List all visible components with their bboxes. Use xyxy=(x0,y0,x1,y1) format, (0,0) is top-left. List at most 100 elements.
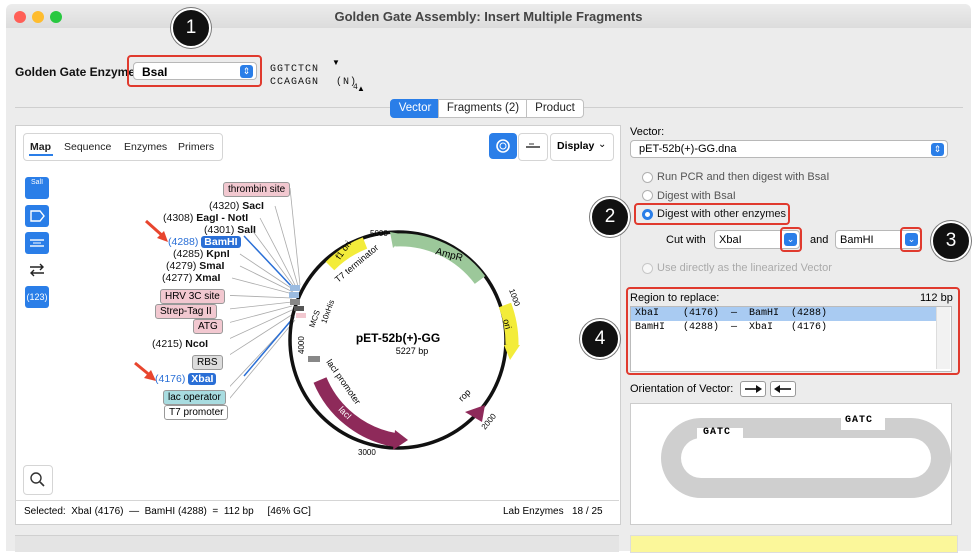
rop-text: rop xyxy=(456,387,472,403)
callout-3: 3 xyxy=(931,221,971,261)
linear-vector-shape xyxy=(661,416,951,498)
radio-run-pcr[interactable] xyxy=(642,172,653,183)
callout-1: 1 xyxy=(171,8,211,48)
radio-digest-bsai[interactable] xyxy=(642,190,653,201)
chevron-down-icon: ⌄ xyxy=(598,139,607,150)
bamhi-connector xyxy=(243,235,295,290)
radio-digest-other-label: Digest with other enzymes xyxy=(657,208,786,220)
enzyme-select-value: BsaI xyxy=(142,65,168,79)
lac-operator-label[interactable]: lac operator xyxy=(163,390,226,405)
tab-map[interactable]: Map xyxy=(30,141,51,153)
zoom-button[interactable] xyxy=(23,465,53,495)
lab-enzymes-label: Lab Enzymes xyxy=(503,506,564,517)
and-label: and xyxy=(810,234,829,246)
radio-run-pcr-label: Run PCR and then digest with BsaI xyxy=(657,171,830,183)
status-divider xyxy=(15,500,619,501)
region-row[interactable]: BamHI (4288) — XbaI (4176) xyxy=(631,321,936,335)
chevron-updown-icon: ⇕ xyxy=(931,143,944,156)
enzyme-name: NcoI xyxy=(185,338,209,350)
tick-4000: 4000 xyxy=(297,336,306,354)
enzyme-pos: (4285) xyxy=(173,248,204,260)
chevron-updown-icon: ⇕ xyxy=(240,65,253,78)
selection-status: Selected: XbaI (4176) — BamHI (4288) = 1… xyxy=(24,506,311,517)
red-arrow-bamhi-icon xyxy=(144,219,168,242)
enzyme2-value: BamHI xyxy=(840,234,874,246)
region-label: Region to replace: xyxy=(630,292,720,304)
ampr-text: AmpR xyxy=(434,246,464,264)
t7-promoter-label[interactable]: T7 promoter xyxy=(164,405,229,420)
map-tab-underline xyxy=(29,154,53,156)
numbering-button[interactable]: (123) xyxy=(25,286,49,308)
enzyme-name: KpnI xyxy=(206,248,230,260)
tab-product[interactable]: Product xyxy=(526,99,584,118)
vector-file-select[interactable]: pET-52b(+)-GG.dna ⇕ xyxy=(630,140,948,158)
tick-5000: 5000 xyxy=(370,229,388,238)
display-menu-label: Display xyxy=(557,140,595,152)
strep-tag-label[interactable]: Strep-Tag II xyxy=(155,304,217,319)
enzyme-ncoI[interactable]: (4215) NcoI xyxy=(152,338,208,350)
region-row-selected[interactable]: XbaI (4176) — BamHI (4288) xyxy=(631,307,936,321)
cut-marker-top-icon: ▼ xyxy=(332,58,340,67)
primer-button[interactable] xyxy=(25,232,49,254)
sali-button-label: SalI xyxy=(30,179,44,186)
enzyme-connector-lines xyxy=(230,187,301,399)
tab-sequence[interactable]: Sequence xyxy=(64,141,111,153)
bottom-strip xyxy=(15,535,619,552)
enzyme-smaI[interactable]: (4279) SmaI xyxy=(166,260,224,272)
cut-with-label: Cut with xyxy=(666,234,706,246)
circular-view-button[interactable] xyxy=(489,133,517,159)
arrow-left-icon xyxy=(774,385,791,393)
plasmid-map[interactable]: f1 ori T7 terminator AmpR ori rop lacI l… xyxy=(230,180,560,500)
tab-vector[interactable]: Vector xyxy=(390,99,440,118)
orientation-reverse-button[interactable] xyxy=(770,381,796,397)
numbering-badge: (123) xyxy=(26,292,48,302)
rbs-label[interactable]: RBS xyxy=(192,355,223,370)
left-overhang: GATC xyxy=(703,427,732,438)
magnifier-icon xyxy=(30,472,45,487)
swap-arrows-icon xyxy=(30,263,44,277)
site-bottom-strand: CCAGAGN xyxy=(270,77,320,88)
callout-4: 4 xyxy=(580,319,620,359)
atg-label[interactable]: ATG xyxy=(193,319,223,334)
tab-fragments[interactable]: Fragments (2) xyxy=(438,99,528,118)
circle-view-icon xyxy=(496,139,510,153)
xbai-connector xyxy=(243,316,295,377)
enzyme-select[interactable]: BsaI ⇕ xyxy=(133,62,257,80)
linear-view-icon xyxy=(526,143,540,148)
enzyme1-value: XbaI xyxy=(719,234,742,246)
chevron-down-icon[interactable]: ⌄ xyxy=(784,233,797,246)
enzyme-xmaI[interactable]: (4277) XmaI xyxy=(162,272,220,284)
plasmid-name: pET-52b(+)-GG xyxy=(356,331,440,345)
enzyme-xbaI[interactable]: (4176) XbaI xyxy=(155,373,217,385)
site-top-strand: GGTCTCN xyxy=(270,64,320,75)
tab-primers[interactable]: Primers xyxy=(178,141,214,153)
swap-strand-button[interactable] xyxy=(25,259,49,281)
sali-site-button[interactable]: SalI xyxy=(25,177,49,199)
orientation-label: Orientation of Vector: xyxy=(630,383,734,395)
region-scrollbar[interactable] xyxy=(936,307,950,369)
hrv-3c-site-label[interactable]: HRV 3C site xyxy=(160,289,225,304)
enzyme-count: 18 / 25 xyxy=(572,506,603,517)
linear-view-button[interactable] xyxy=(518,133,548,161)
display-menu[interactable]: Display ⌄ xyxy=(550,133,614,161)
radio-use-directly[interactable] xyxy=(642,263,653,274)
tab-enzymes[interactable]: Enzymes xyxy=(124,141,167,153)
arrow-right-icon xyxy=(745,385,762,393)
plasmid-size: 5227 bp xyxy=(396,346,429,356)
rop-arrow xyxy=(465,405,485,422)
feature-arrow-button[interactable] xyxy=(25,205,49,227)
cut-marker-bottom-icon: ▲ xyxy=(357,84,365,93)
enzyme-kpnI[interactable]: (4285) KpnI xyxy=(173,248,230,260)
chevron-down-icon[interactable]: ⌄ xyxy=(905,233,918,246)
radio-digest-bsai-label: Digest with BsaI xyxy=(657,190,736,202)
orientation-forward-button[interactable] xyxy=(740,381,766,397)
enzyme-pos: (4277) xyxy=(162,272,193,284)
enzyme-name: SmaI xyxy=(199,260,225,272)
enzyme-name: XbaI xyxy=(188,373,217,385)
red-arrow-xbai-icon xyxy=(134,361,156,381)
callout-2: 2 xyxy=(590,197,630,237)
enzyme-pos: (4279) xyxy=(166,260,197,272)
vector-preview: GATC GATC xyxy=(630,403,952,525)
golden-gate-enzyme-label: Golden Gate Enzyme: xyxy=(15,65,140,79)
radio-digest-other[interactable] xyxy=(642,209,653,220)
